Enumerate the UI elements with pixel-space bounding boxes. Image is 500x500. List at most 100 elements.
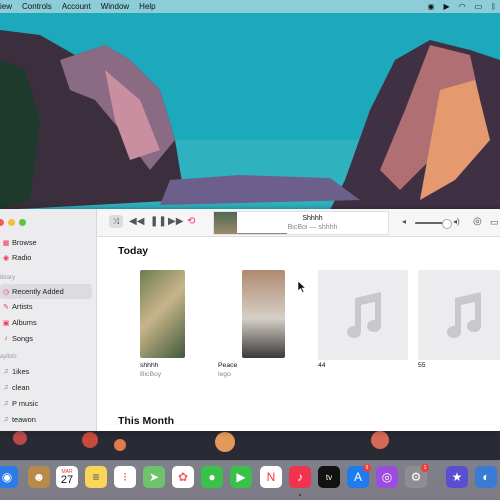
music-note-icon bbox=[418, 270, 500, 360]
sidebar-item-label: P music bbox=[12, 399, 39, 408]
next-button[interactable]: ▶▶ bbox=[168, 216, 183, 228]
sidebar-item-label: 1ikes bbox=[12, 367, 30, 376]
music-icon[interactable]: ♪ bbox=[289, 466, 311, 488]
control-center-icon[interactable]: ▭ bbox=[475, 1, 483, 12]
library-section-label: ibrary bbox=[0, 275, 16, 281]
shuffle-button[interactable]: ⤨ bbox=[109, 215, 123, 228]
lyrics-icon[interactable]: ▭ bbox=[490, 216, 499, 228]
sidebar-item-albums[interactable]: ▣ Albums bbox=[0, 315, 92, 330]
status-app-icon[interactable]: ◉ bbox=[428, 1, 435, 12]
album-artwork bbox=[242, 270, 285, 358]
playback-progress[interactable] bbox=[237, 232, 287, 234]
sidebar-item-artists[interactable]: ✎ Artists bbox=[0, 299, 92, 314]
pause-button[interactable]: ❚❚ bbox=[150, 216, 167, 228]
notes-icon[interactable]: ≡ bbox=[85, 466, 107, 488]
volume-knob[interactable] bbox=[441, 219, 452, 229]
sidebar-item-label: teawon bbox=[12, 415, 36, 424]
repeat-icon: ⟲ bbox=[187, 216, 196, 227]
forward-icon: ▶▶ bbox=[168, 216, 184, 227]
news-icon[interactable]: N bbox=[260, 466, 282, 488]
section-title-today: Today bbox=[118, 245, 149, 257]
shuffle-icon: ⤨ bbox=[112, 217, 120, 226]
airplay-icon[interactable]: ◎ bbox=[473, 216, 482, 228]
album-artist: lego bbox=[218, 371, 231, 378]
sidebar-item-browse[interactable]: ▦ Browse bbox=[0, 235, 92, 250]
close-window-button[interactable] bbox=[0, 219, 4, 226]
imovie-icon[interactable]: ★ bbox=[446, 466, 468, 488]
volume-low-icon: ◂ bbox=[402, 217, 407, 226]
menu-controls[interactable]: Controls bbox=[22, 2, 52, 11]
volume-high-icon: ◂) bbox=[453, 217, 460, 226]
browse-icon: ▦ bbox=[2, 239, 10, 247]
menu-account[interactable]: Account bbox=[62, 2, 91, 11]
app-store-icon[interactable]: A 9 bbox=[347, 464, 371, 488]
album-title: 44 bbox=[318, 362, 326, 369]
songs-icon: ♪ bbox=[4, 335, 8, 342]
pause-icon: ❚❚ bbox=[150, 216, 167, 227]
dock: ◉ ☻ MAR 27 ≡ ⁝ ➤ ✿ ● ▶ N ♪ tv A 9 ◎ ⚙ 1 … bbox=[0, 460, 500, 500]
playback-toolbar: ⤨ ◀◀ ❚❚ ▶▶ ⟲ Shhhh BicBoi — shhhh ◂ ◂) ◎… bbox=[97, 209, 500, 237]
tv-icon[interactable]: tv bbox=[318, 466, 340, 488]
album-title: 55 bbox=[418, 362, 426, 369]
recently-added-icon: ◷ bbox=[2, 288, 10, 296]
safari-icon[interactable]: ◉ bbox=[0, 466, 18, 488]
sidebar-item-playlist[interactable]: ♫ P music bbox=[0, 396, 92, 411]
menu-help[interactable]: Help bbox=[139, 2, 155, 11]
album-artist: BicBoy bbox=[140, 371, 162, 378]
sidebar-item-playlist[interactable]: ♫ 1ikes bbox=[0, 364, 92, 379]
system-preferences-icon[interactable]: ⚙ 1 bbox=[405, 464, 429, 488]
calendar-day: 27 bbox=[60, 473, 74, 486]
album-title: shhhh bbox=[140, 362, 159, 369]
contacts-icon[interactable]: ☻ bbox=[28, 466, 50, 488]
album-title: Peace bbox=[218, 362, 238, 369]
menu-window[interactable]: Window bbox=[101, 2, 129, 11]
quicktime-icon[interactable]: ◐ bbox=[475, 466, 497, 488]
calendar-icon[interactable]: MAR 27 bbox=[56, 466, 78, 488]
radio-icon: ◉ bbox=[2, 254, 10, 262]
playlists-section-label: aylists bbox=[0, 354, 17, 360]
backward-icon: ◀◀ bbox=[129, 216, 145, 227]
now-playing-artwork bbox=[214, 212, 237, 234]
podcasts-icon[interactable]: ◎ bbox=[376, 466, 398, 488]
now-playing-panel[interactable]: Shhhh BicBoi — shhhh bbox=[213, 211, 389, 235]
playlist-icon: ♫ bbox=[3, 416, 9, 423]
zoom-window-button[interactable] bbox=[19, 219, 26, 226]
previous-button[interactable]: ◀◀ bbox=[129, 216, 144, 228]
reminders-icon[interactable]: ⁝ bbox=[114, 466, 136, 488]
sidebar-item-songs[interactable]: ♪ Songs bbox=[0, 331, 92, 346]
now-playing-subtitle: BicBoi — shhhh bbox=[287, 224, 338, 231]
sidebar-item-radio[interactable]: ◉ Radio bbox=[0, 250, 92, 265]
sidebar-item-playlist[interactable]: ♫ clean bbox=[0, 380, 92, 395]
sidebar-item-label: Recently Added bbox=[12, 287, 64, 296]
play-status-icon[interactable]: ▶ bbox=[443, 1, 449, 12]
minimize-window-button[interactable] bbox=[8, 219, 15, 226]
playlist-icon: ♫ bbox=[3, 384, 9, 391]
system-preferences-badge: 1 bbox=[421, 464, 429, 472]
music-window: ▦ Browse ◉ Radio ibrary ◷ Recently Added… bbox=[0, 209, 500, 431]
menu-bar: iew Controls Account Window Help ◉ ▶ ◠ ▭… bbox=[0, 0, 500, 13]
facetime-icon[interactable]: ▶ bbox=[230, 466, 252, 488]
music-running-indicator bbox=[299, 494, 301, 496]
app-store-badge: 9 bbox=[363, 464, 371, 472]
albums-icon: ▣ bbox=[2, 319, 10, 327]
sidebar-item-label: Songs bbox=[12, 334, 33, 343]
sidebar-item-label: Artists bbox=[12, 302, 33, 311]
sidebar-item-playlist[interactable]: ♫ teawon bbox=[0, 412, 92, 427]
playlist-icon: ♫ bbox=[3, 368, 9, 375]
wifi-icon[interactable]: ◠ bbox=[459, 1, 466, 12]
repeat-button[interactable]: ⟲ bbox=[187, 216, 195, 228]
section-title-this-month: This Month bbox=[118, 415, 174, 427]
messages-icon[interactable]: ● bbox=[201, 466, 223, 488]
sidebar-item-label: Albums bbox=[12, 318, 37, 327]
album-artwork bbox=[418, 270, 500, 360]
sidebar-item-recently-added[interactable]: ◷ Recently Added bbox=[0, 284, 92, 299]
volume-slider[interactable] bbox=[415, 219, 452, 229]
bluetooth-icon[interactable]: ᛒ bbox=[491, 1, 496, 12]
maps-icon[interactable]: ➤ bbox=[143, 466, 165, 488]
music-note-icon bbox=[318, 270, 408, 360]
album-artwork bbox=[318, 270, 408, 360]
photos-icon[interactable]: ✿ bbox=[172, 466, 194, 488]
album-artwork bbox=[140, 270, 185, 358]
mouse-cursor-icon bbox=[298, 281, 306, 293]
menu-view[interactable]: iew bbox=[0, 2, 12, 11]
